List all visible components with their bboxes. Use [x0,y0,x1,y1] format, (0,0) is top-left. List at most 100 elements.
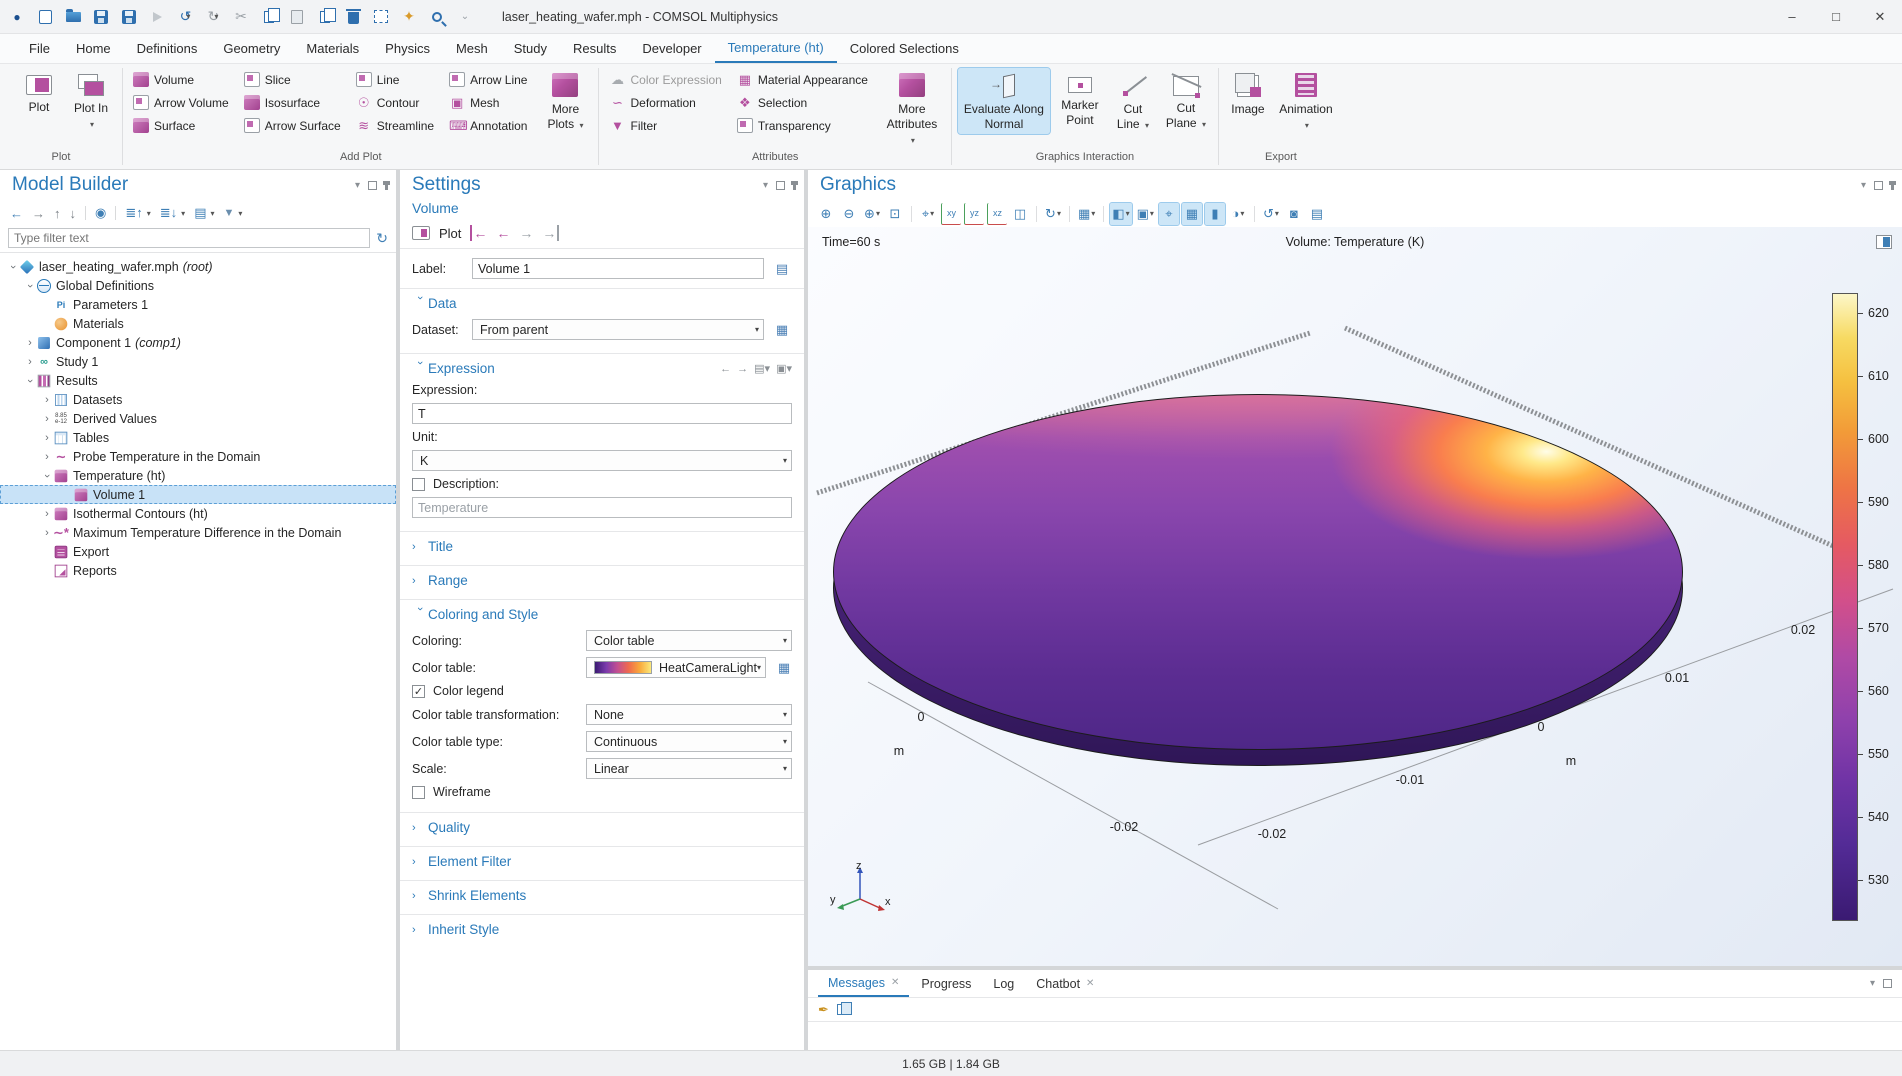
delete-icon[interactable] [344,8,362,26]
streamline-button[interactable]: ≋Streamline [352,114,441,137]
filter-button[interactable]: ▼Filter [605,114,728,137]
zoom-in-icon[interactable]: ⊕ [816,203,836,225]
coloring-select[interactable]: Color table▾ [586,630,792,651]
scale-select[interactable]: Linear▾ [586,758,792,779]
close-tab-icon[interactable]: ✕ [891,977,899,988]
search-icon[interactable] [428,8,446,26]
select-mode-icon[interactable]: ◧▾ [1110,203,1131,225]
run-icon[interactable] [148,8,166,26]
print-icon[interactable]: ▤ [1307,203,1327,225]
dataset-select[interactable]: From parent▾ [472,319,764,340]
tab-results[interactable]: Results [560,34,629,63]
tab-definitions[interactable]: Definitions [124,34,211,63]
tree-node-component[interactable]: ›Component 1(comp1) [0,333,396,352]
pin-panel-icon[interactable] [1891,181,1894,190]
arrow-line-button[interactable]: Arrow Line [445,68,534,91]
tree-node-parameters[interactable]: PiParameters 1 [0,295,396,314]
open-file-icon[interactable] [64,8,82,26]
tab-mesh[interactable]: Mesh [443,34,501,63]
tab-physics[interactable]: Physics [372,34,443,63]
float-panel-icon[interactable] [368,181,377,190]
close-button[interactable]: ✕ [1858,0,1902,33]
node-order-icon[interactable]: ▤ [194,205,206,221]
tab-colored-selections[interactable]: Colored Selections [837,34,972,63]
go-to-source-icon[interactable]: ▦ [772,320,792,340]
prev-expression-icon[interactable]: ← [720,363,731,375]
deformation-button[interactable]: ∽Deformation [605,91,728,114]
tree-node-volume-1[interactable]: Volume 1 [0,485,396,504]
plot-area[interactable]: Time=60 s Volume: Temperature (K) 0.02 0… [808,227,1902,966]
first-plot-icon[interactable]: ← [470,225,487,241]
color-legend-checkbox[interactable]: ✓ [412,685,425,698]
evaluate-along-normal-button[interactable]: Evaluate Along Normal [958,68,1050,134]
tree-node-datasets[interactable]: ›Datasets [0,390,396,409]
panel-menu-icon[interactable]: ▾ [1861,180,1866,191]
pin-panel-icon[interactable] [793,181,796,190]
float-panel-icon[interactable] [1874,181,1883,190]
snapshot-icon[interactable]: ◙ [1284,203,1304,225]
animation-button[interactable]: Animation▾ [1275,68,1337,134]
filter-tree-icon[interactable]: ▼ [224,207,235,219]
tab-developer[interactable]: Developer [629,34,714,63]
tab-materials[interactable]: Materials [293,34,372,63]
isosurface-button[interactable]: Isosurface [240,91,348,114]
forward-icon[interactable]: → [32,206,45,221]
section-title[interactable]: ›Title [400,538,804,555]
mesh-button[interactable]: ▣Mesh [445,91,534,114]
copy-icon[interactable] [260,8,278,26]
duplicate-icon[interactable] [316,8,334,26]
maximize-button[interactable]: □ [1814,0,1858,33]
tree-node-reports[interactable]: Reports [0,561,396,580]
volume-button[interactable]: Volume [129,68,236,91]
color-table-select[interactable]: HeatCameraLight▾ [586,657,766,678]
panel-menu-icon[interactable]: ▾ [763,180,768,191]
show-axes-icon[interactable]: ⌖ [1159,203,1179,225]
float-panel-icon[interactable] [776,181,785,190]
back-icon[interactable]: ← [10,206,23,221]
section-quality[interactable]: ›Quality [400,819,804,836]
rename-icon[interactable]: ▤ [772,259,792,279]
expression-input[interactable] [412,403,792,424]
float-panel-icon[interactable] [1883,979,1892,988]
color-table-type-select[interactable]: Continuous▾ [586,731,792,752]
select-box-icon[interactable] [372,8,390,26]
tree-node-max-temp-difference[interactable]: ›∼*Maximum Temperature Difference in the… [0,523,396,542]
show-icon[interactable]: ◉ [95,205,106,221]
previous-plot-icon[interactable]: ← [496,225,510,241]
next-plot-icon[interactable]: → [519,225,533,241]
minimize-button[interactable]: – [1770,0,1814,33]
arrow-volume-button[interactable]: Arrow Volume [129,91,236,114]
view-xz-icon[interactable]: xz [987,203,1007,225]
plot-in-button[interactable]: Plot In ▾ [66,68,116,133]
next-expression-icon[interactable]: → [737,363,748,375]
tree-node-export[interactable]: Export [0,542,396,561]
expand-all-icon[interactable]: ≣↓ [160,205,177,221]
image-button[interactable]: Image [1225,68,1271,119]
more-plots-button[interactable]: More Plots ▾ [538,68,592,134]
description-input[interactable] [412,497,792,518]
undo-icon[interactable]: ↺▾ [176,8,194,26]
insert-expression-icon[interactable]: ▣▾ [776,362,792,375]
replace-expression-icon[interactable]: ▤▾ [754,362,770,375]
unit-select[interactable]: K▾ [412,450,792,471]
sketch-icon[interactable]: ✦ [400,8,418,26]
tree-node-global-definitions[interactable]: ›Global Definitions [0,276,396,295]
orthographic-icon[interactable]: ◫ [1010,203,1030,225]
plot-icon[interactable] [412,226,430,240]
tree-node-study[interactable]: ›∞Study 1 [0,352,396,371]
tree-filter-input[interactable] [8,228,370,248]
line-button[interactable]: Line [352,68,441,91]
color-table-transformation-select[interactable]: None▾ [586,704,792,725]
contour-button[interactable]: ☉Contour [352,91,441,114]
tree-node-results[interactable]: ›Results [0,371,396,390]
tree-node-materials[interactable]: Materials [0,314,396,333]
tab-home[interactable]: Home [63,34,124,63]
rotate-icon[interactable]: ↻▾ [1043,203,1063,225]
section-expression[interactable]: ›Expression ← → ▤▾ ▣▾ [400,360,804,377]
section-data[interactable]: ›Data [400,295,804,312]
copy-messages-icon[interactable] [837,1004,847,1015]
paste-icon[interactable] [288,8,306,26]
tab-progress[interactable]: Progress [911,970,981,997]
color-table-editor-icon[interactable]: ▦ [774,658,794,678]
section-coloring-style[interactable]: ›Coloring and Style [400,606,804,623]
